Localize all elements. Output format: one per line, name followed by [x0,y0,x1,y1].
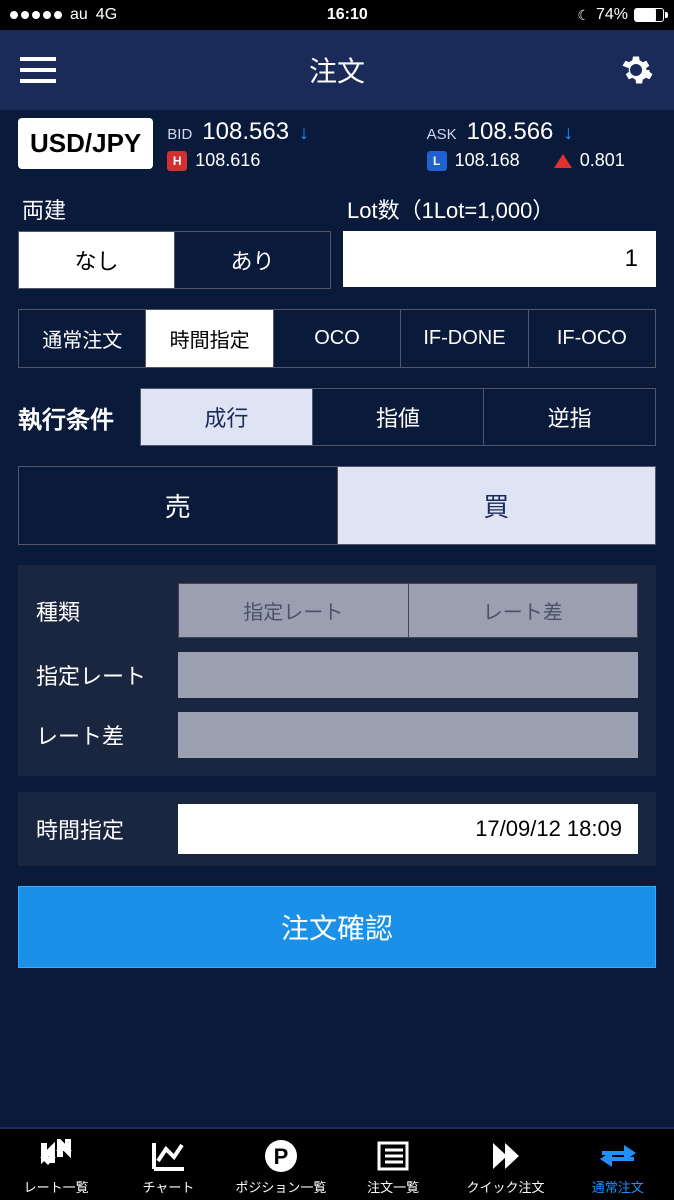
exec-label: 執行条件 [18,400,128,435]
svg-text:P: P [273,1144,288,1169]
confirm-button[interactable]: 注文確認 [18,886,656,968]
exec-segment: 成行 指値 逆指 [140,388,656,446]
gear-icon[interactable] [618,52,654,88]
lot-label: Lot数（1Lot=1,000） [343,187,656,231]
spread-value: 0.801 [580,150,625,171]
type-rate-button[interactable]: 指定レート [179,584,409,637]
tab-bar: レート一覧 チャート P ポジション一覧 注文一覧 クイック注文 通常注文 [0,1127,674,1200]
tab-label: レート一覧 [24,1177,89,1196]
quick-order-icon [483,1137,527,1175]
tab-label: ポジション一覧 [235,1177,326,1196]
order-type-ifoco[interactable]: IF-OCO [529,310,655,367]
low-badge-icon: L [427,151,447,171]
page-title: 注文 [309,50,365,90]
type-diff-button[interactable]: レート差 [409,584,638,637]
order-type-segment: 通常注文 時間指定 OCO IF-DONE IF-OCO [18,309,656,368]
battery-percent: 74% [596,6,628,24]
diff-input[interactable] [178,712,638,758]
orders-icon [371,1137,415,1175]
signal-strength-icon [10,11,62,19]
type-segment: 指定レート レート差 [178,583,638,638]
tab-orders[interactable]: 注文一覧 [337,1137,449,1196]
rate-input[interactable] [178,652,638,698]
lot-input[interactable] [343,231,656,287]
triangle-up-icon [554,154,572,168]
diff-label: レート差 [36,719,166,751]
tab-positions[interactable]: P ポジション一覧 [225,1137,337,1196]
arrow-down-icon: ↓ [299,122,309,145]
exec-stop-button[interactable]: 逆指 [484,389,655,445]
arrow-down-icon: ↓ [563,122,573,145]
hedge-segment: なし あり [18,231,331,289]
currency-pair-badge[interactable]: USD/JPY [18,118,153,169]
tab-label: 注文一覧 [367,1177,419,1196]
status-bar: au 4G 16:10 ☾ 74% [0,0,674,30]
rate-list-icon [34,1137,78,1175]
hedge-yes-button[interactable]: あり [175,232,330,288]
normal-order-icon [596,1137,640,1175]
detail-panel: 種類 指定レート レート差 指定レート レート差 [18,565,656,776]
price-bar: USD/JPY BID 108.563 ↓ ASK 108.566 ↓ H 10… [0,110,674,181]
buy-button[interactable]: 買 [338,467,656,544]
exec-limit-button[interactable]: 指値 [313,389,485,445]
tab-normal-order[interactable]: 通常注文 [562,1137,674,1196]
tab-label: 通常注文 [592,1177,644,1196]
order-type-normal[interactable]: 通常注文 [19,310,146,367]
tab-chart[interactable]: チャート [112,1137,224,1196]
positions-icon: P [259,1137,303,1175]
do-not-disturb-icon: ☾ [577,7,590,24]
high-badge-icon: H [167,151,187,171]
ask-label: ASK [427,126,457,143]
tab-label: チャート [143,1177,195,1196]
hedge-label: 両建 [18,187,331,231]
order-type-oco[interactable]: OCO [274,310,401,367]
bid-value: 108.563 [202,118,289,146]
high-value: 108.616 [195,150,260,171]
exec-market-button[interactable]: 成行 [141,389,313,445]
battery-icon [634,8,664,22]
hedge-none-button[interactable]: なし [19,232,175,288]
time-label: 時間指定 [36,813,166,845]
sell-button[interactable]: 売 [19,467,338,544]
chart-icon [146,1137,190,1175]
low-value: 108.168 [455,150,520,171]
time-row: 時間指定 17/09/12 18:09 [18,792,656,866]
rate-label: 指定レート [36,659,166,691]
tab-rate-list[interactable]: レート一覧 [0,1137,112,1196]
time-input[interactable]: 17/09/12 18:09 [178,804,638,854]
order-type-time[interactable]: 時間指定 [146,310,273,367]
clock: 16:10 [327,6,368,24]
type-label: 種類 [36,595,166,627]
tab-label: クイック注文 [466,1177,544,1196]
carrier-label: au [70,6,88,24]
ask-value: 108.566 [467,118,554,146]
side-segment: 売 買 [18,466,656,545]
menu-icon[interactable] [20,57,56,83]
nav-bar: 注文 [0,30,674,110]
tab-quick-order[interactable]: クイック注文 [449,1137,561,1196]
network-label: 4G [96,6,117,24]
order-type-ifdone[interactable]: IF-DONE [401,310,528,367]
bid-label: BID [167,126,192,143]
